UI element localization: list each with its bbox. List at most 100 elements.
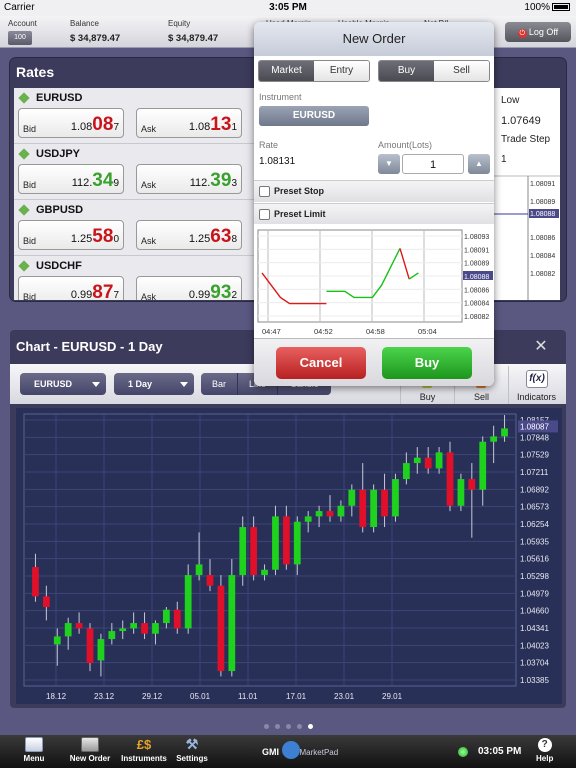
period-select-value: 1 Day bbox=[128, 379, 153, 389]
page-dot[interactable] bbox=[274, 724, 280, 729]
candle bbox=[32, 567, 39, 597]
help-button[interactable]: ? Help bbox=[536, 738, 553, 763]
power-icon: ⏻ bbox=[517, 29, 527, 38]
bid-button[interactable]: Bid 112.349 bbox=[18, 164, 124, 194]
chart-title: Chart - EURUSD - 1 Day bbox=[16, 339, 163, 354]
balance-label: Balance bbox=[70, 19, 99, 28]
status-diamond-icon bbox=[18, 260, 30, 272]
ask-button[interactable]: Ask 0.99932 bbox=[136, 276, 242, 300]
indicators-button[interactable]: f(x) Indicators bbox=[508, 366, 564, 404]
rate-row-usdjpy[interactable]: USDJPY Bid 112.349 Ask 112.393 bbox=[14, 144, 254, 200]
preset-limit-row[interactable]: Preset Limit bbox=[254, 203, 494, 225]
ask-button[interactable]: Ask 1.08131 bbox=[136, 108, 242, 138]
instrument-select[interactable]: EURUSD bbox=[20, 373, 106, 395]
rate-row-usdchf[interactable]: USDCHF Bid 0.99877 Ask 0.99932 bbox=[14, 256, 254, 300]
amount-increment-button[interactable]: ▲ bbox=[468, 154, 490, 174]
logoff-button[interactable]: ⏻ Log Off bbox=[505, 22, 571, 42]
rate-row-gbpusd[interactable]: GBPUSD Bid 1.25580 Ask 1.25638 bbox=[14, 200, 254, 256]
nav-new-order[interactable]: New Order bbox=[68, 737, 112, 763]
ask-pips: 93 bbox=[210, 282, 232, 300]
ask-fraction: 2 bbox=[231, 290, 237, 300]
candle bbox=[392, 479, 399, 517]
y-tick-label: 1.03385 bbox=[520, 676, 549, 685]
new-order-icon bbox=[81, 737, 99, 752]
buy-button[interactable]: Buy bbox=[382, 347, 472, 379]
dialog-title: New Order bbox=[254, 22, 494, 56]
settings-icon: ⚒ bbox=[185, 736, 199, 752]
nav-settings[interactable]: ⚒ Settings bbox=[176, 736, 208, 764]
rate-detail-panel: Low 1.07649 Trade Step 1 1.08091 1.08089… bbox=[492, 88, 560, 300]
candle bbox=[304, 516, 312, 522]
rate-row-eurusd[interactable]: EURUSD Bid 1.08087 Ask 1.08131 bbox=[14, 88, 254, 144]
tab-market[interactable]: Market bbox=[259, 61, 314, 81]
status-time: 3:05 PM bbox=[269, 2, 307, 13]
page-dot[interactable] bbox=[307, 724, 313, 729]
brand-subtitle: MarketPad bbox=[299, 748, 339, 757]
bid-fraction: 7 bbox=[113, 290, 119, 300]
indicators-label: Indicators bbox=[516, 392, 557, 402]
instrument-label: Instrument bbox=[259, 92, 302, 102]
ask-button[interactable]: Ask 112.393 bbox=[136, 164, 242, 194]
candle bbox=[108, 631, 116, 640]
ask-label: Ask bbox=[141, 292, 157, 300]
instrument-button[interactable]: EURUSD bbox=[259, 106, 369, 126]
candlestick-chart-svg[interactable]: 1.081571.078481.075291.072111.068921.065… bbox=[16, 408, 562, 704]
order-side-toggle[interactable]: Buy Sell bbox=[378, 60, 490, 82]
axis-tick: 1.08086 bbox=[530, 235, 555, 242]
close-icon[interactable]: ✕ bbox=[532, 338, 550, 356]
candle bbox=[326, 511, 334, 517]
tick-chart: 04:47 04:52 04:58 05:04 1.08093 1.08091 1.0808… bbox=[254, 224, 494, 338]
cancel-button[interactable]: Cancel bbox=[276, 347, 366, 379]
x-tick-label: 23.12 bbox=[94, 692, 115, 701]
candle bbox=[282, 516, 290, 565]
x-tick-label: 17.01 bbox=[286, 692, 307, 701]
period-select[interactable]: 1 Day bbox=[114, 373, 194, 395]
chevron-down-icon bbox=[180, 382, 188, 387]
chevron-down-icon bbox=[92, 382, 100, 387]
bid-button[interactable]: Bid 1.25580 bbox=[18, 220, 124, 250]
ask-label: Ask bbox=[141, 124, 157, 134]
preset-stop-row[interactable]: Preset Stop bbox=[254, 180, 494, 202]
amount-label: Amount(Lots) bbox=[378, 140, 433, 150]
page-dot[interactable] bbox=[296, 724, 302, 729]
y-tick-label: 1.06892 bbox=[520, 485, 549, 494]
candle bbox=[64, 623, 72, 637]
tab-sell[interactable]: Sell bbox=[434, 61, 489, 81]
equity-label: Equity bbox=[168, 19, 191, 28]
candle bbox=[75, 623, 83, 629]
page-dot[interactable] bbox=[263, 724, 269, 729]
candle bbox=[490, 436, 498, 442]
candle bbox=[206, 575, 214, 586]
candlestick-chart[interactable]: 1.081571.078481.075291.072111.068921.065… bbox=[16, 408, 562, 704]
y-tick-label: 1.06254 bbox=[520, 520, 549, 529]
page-dot[interactable] bbox=[285, 724, 291, 729]
preset-stop-checkbox[interactable] bbox=[259, 186, 270, 197]
axis-tick: 1.08091 bbox=[530, 181, 555, 188]
axis-tick: 1.08089 bbox=[530, 199, 555, 206]
bid-button[interactable]: Bid 1.08087 bbox=[18, 108, 124, 138]
nav-instruments[interactable]: £$ Instruments bbox=[120, 737, 168, 763]
candle bbox=[315, 511, 323, 517]
battery-indicator: 100% bbox=[524, 2, 570, 13]
tab-entry[interactable]: Entry bbox=[314, 61, 369, 81]
candle bbox=[348, 489, 356, 506]
account-button[interactable]: 100 bbox=[8, 31, 32, 45]
nav-menu[interactable]: Menu bbox=[20, 737, 48, 763]
dialog-footer: Cancel Buy bbox=[254, 338, 494, 386]
tab-buy[interactable]: Buy bbox=[379, 61, 434, 81]
chart-type-bar[interactable]: Bar bbox=[201, 373, 237, 395]
chart-buy-label: Buy bbox=[419, 392, 436, 402]
candle bbox=[53, 636, 61, 645]
candle bbox=[152, 623, 159, 634]
ask-fraction: 8 bbox=[231, 234, 237, 245]
amount-decrement-button[interactable]: ▼ bbox=[378, 154, 400, 174]
bid-button[interactable]: Bid 0.99877 bbox=[18, 276, 124, 300]
page-indicator[interactable] bbox=[0, 716, 576, 734]
order-type-toggle[interactable]: Market Entry bbox=[258, 60, 370, 82]
bottom-toolbar: Menu New Order £$ Instruments ⚒ Settings… bbox=[0, 735, 576, 768]
ask-button[interactable]: Ask 1.25638 bbox=[136, 220, 242, 250]
ask-label: Ask bbox=[141, 180, 157, 190]
bid-prefix: 112. bbox=[71, 177, 93, 189]
amount-field[interactable]: 1 bbox=[402, 154, 464, 174]
preset-limit-checkbox[interactable] bbox=[259, 209, 270, 220]
